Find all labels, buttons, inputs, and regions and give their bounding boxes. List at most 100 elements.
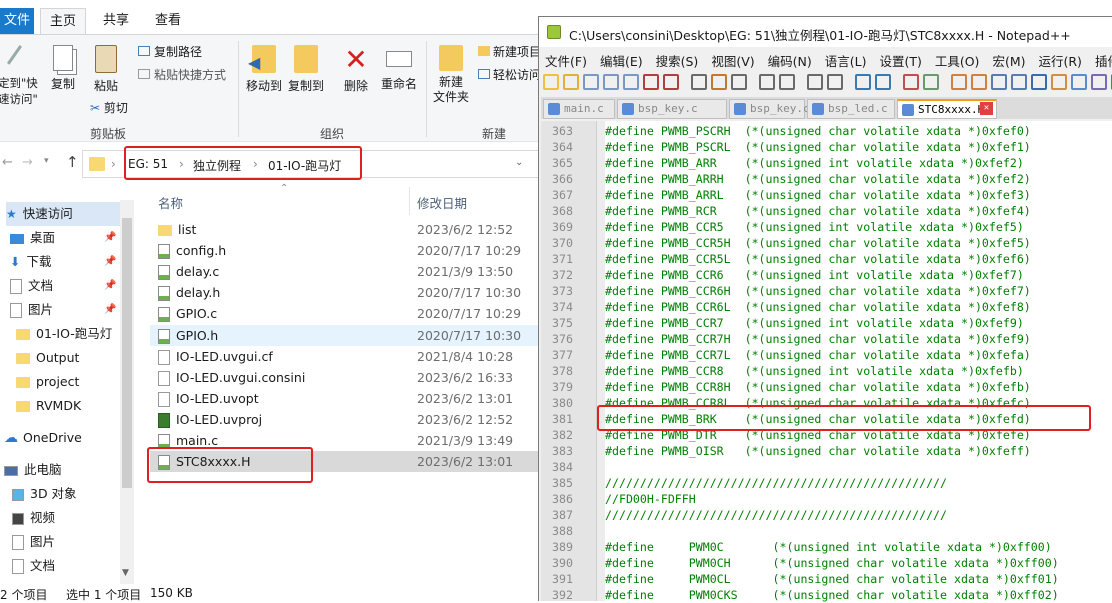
menu-item[interactable]: 工具(O) (935, 51, 980, 70)
new-item-button[interactable]: 新建项目 (478, 43, 541, 60)
new-file-icon[interactable] (543, 74, 559, 90)
record-icon[interactable] (1091, 74, 1107, 90)
menu-item[interactable]: 插件(P (1095, 51, 1112, 70)
easy-access-button[interactable]: 轻松访问 (478, 66, 541, 83)
file-row[interactable]: GPIO.c 2020/7/17 10:29 (150, 303, 538, 324)
nav-item[interactable]: ★ 快速访问 (6, 202, 126, 226)
editor-tab[interactable]: STC8xxxx.H ✕ (897, 99, 997, 119)
rename-button[interactable]: 重命名 (378, 45, 420, 92)
paste-shortcut-button[interactable]: 粘贴快捷方式 (138, 66, 226, 83)
nav-item[interactable]: 视频 (12, 506, 55, 530)
nav-item[interactable]: 桌面 (10, 226, 55, 250)
back-arrow-icon[interactable]: ← (2, 155, 13, 170)
pin-icon[interactable]: 📌 (104, 280, 116, 291)
print-icon[interactable] (663, 74, 679, 90)
open-file-icon[interactable] (563, 74, 579, 90)
doc-map-icon[interactable] (1011, 74, 1027, 90)
folder-workspace-icon[interactable] (1051, 74, 1067, 90)
nav-scroll-thumb[interactable] (122, 218, 132, 488)
recent-dropdown-icon[interactable]: ▾ (44, 156, 49, 166)
nav-item[interactable]: 图片 (10, 298, 53, 322)
menu-item[interactable]: 宏(M) (992, 51, 1025, 70)
tab-share[interactable]: 共享 (96, 8, 136, 34)
paste-button[interactable]: 粘贴 (86, 45, 126, 94)
indent-guide-icon[interactable] (991, 74, 1007, 90)
editor-tab[interactable]: bsp_key.c (617, 99, 727, 119)
nav-item[interactable]: Output (16, 346, 79, 370)
new-folder-button[interactable]: 新建 文件夹 (430, 45, 472, 105)
nav-item[interactable]: 01-IO-跑马灯 (16, 322, 112, 346)
move-to-button[interactable]: ◀ 移动到 (245, 45, 283, 94)
sync-icon[interactable] (903, 74, 919, 90)
paste-icon[interactable] (731, 74, 747, 90)
nav-item[interactable]: ⬇ 下载 (10, 250, 52, 274)
editor-tab[interactable]: bsp_key.c (729, 99, 810, 119)
zoom-in-icon[interactable] (855, 74, 871, 90)
show-all-icon[interactable] (971, 74, 987, 90)
nav-item[interactable]: project (16, 370, 79, 394)
nav-scrollbar[interactable]: ▼ (120, 200, 134, 584)
file-row[interactable]: delay.c 2021/3/9 13:50 (150, 261, 538, 282)
menu-item[interactable]: 文件(F) (545, 51, 587, 70)
pin-icon[interactable]: 📌 (104, 232, 116, 243)
menu-item[interactable]: 语言(L) (825, 51, 867, 70)
nav-item[interactable]: 文档 (12, 554, 55, 578)
menu-item[interactable]: 视图(V) (711, 51, 754, 70)
column-date[interactable]: 修改日期 (417, 193, 467, 212)
forward-arrow-icon[interactable]: → (22, 155, 33, 170)
code-editor[interactable]: 363 #define PWMB_PSCRH (*(unsigned char v… (541, 121, 1112, 602)
menu-item[interactable]: 搜索(S) (656, 51, 699, 70)
pin-quick-access-button[interactable]: 定到"快 速访问" (0, 44, 40, 107)
wrap-icon[interactable] (923, 74, 939, 90)
close-icon[interactable] (623, 74, 639, 90)
nav-item[interactable]: RVMDK (16, 394, 81, 418)
scroll-down-icon[interactable]: ▼ (122, 568, 129, 578)
tab-file[interactable]: 文件 (0, 8, 34, 34)
file-row[interactable]: delay.h 2020/7/17 10:30 (150, 282, 538, 303)
menu-item[interactable]: 运行(R) (1038, 51, 1081, 70)
menu-item[interactable]: 编码(N) (768, 51, 812, 70)
editor-tab[interactable]: bsp_led.c (807, 99, 895, 119)
cut-icon[interactable] (691, 74, 707, 90)
save-all-icon[interactable] (603, 74, 619, 90)
tab-home[interactable]: 主页 (40, 8, 86, 34)
replace-icon[interactable] (827, 74, 843, 90)
nav-item[interactable]: 此电脑 (4, 458, 62, 482)
menu-item[interactable]: 编辑(E) (600, 51, 643, 70)
copy-button[interactable]: 复制 (46, 45, 80, 92)
monitor-icon[interactable] (1071, 74, 1087, 90)
file-row[interactable]: IO-LED.uvproj 2023/6/2 12:52 (150, 409, 538, 430)
nav-item[interactable]: 文档 (10, 274, 53, 298)
zoom-out-icon[interactable] (875, 74, 891, 90)
delete-button[interactable]: ✕ 删除 (340, 45, 372, 94)
copy-path-button[interactable]: 复制路径 (138, 43, 202, 60)
nav-item[interactable]: 3D 对象 (12, 482, 77, 506)
save-icon[interactable] (583, 74, 599, 90)
column-name[interactable]: 名称 (158, 193, 183, 212)
nav-item[interactable]: ☁ OneDrive (4, 426, 82, 450)
editor-tab[interactable]: main.c (543, 99, 615, 119)
pin-icon[interactable]: 📌 (104, 304, 116, 315)
redo-icon[interactable] (779, 74, 795, 90)
file-row[interactable]: config.h 2020/7/17 10:29 (150, 240, 538, 261)
cut-button[interactable]: ✂ 剪切 (90, 99, 128, 116)
up-arrow-icon[interactable]: ↑ (66, 153, 79, 171)
copy-to-button[interactable]: 复制到 (287, 45, 325, 94)
close-all-icon[interactable] (643, 74, 659, 90)
pin-icon[interactable]: 📌 (104, 256, 116, 267)
menu-item[interactable]: 设置(T) (879, 51, 921, 70)
file-row[interactable]: list 2023/6/2 12:52 (150, 219, 538, 240)
file-row[interactable]: IO-LED.uvgui.consini 2023/6/2 16:33 (150, 367, 538, 388)
indent-icon[interactable] (951, 74, 967, 90)
file-row[interactable]: IO-LED.uvgui.cf 2021/8/4 10:28 (150, 346, 538, 367)
file-row[interactable]: GPIO.h 2020/7/17 10:30 (150, 324, 538, 346)
undo-icon[interactable] (759, 74, 775, 90)
tab-view[interactable]: 查看 (148, 8, 188, 34)
nav-item[interactable]: 图片 (12, 530, 55, 554)
close-tab-icon[interactable]: ✕ (980, 102, 993, 115)
find-icon[interactable] (807, 74, 823, 90)
address-dropdown-icon[interactable]: ⌄ (515, 157, 523, 168)
copy-icon[interactable] (711, 74, 727, 90)
function-list-icon[interactable] (1031, 74, 1047, 90)
file-row[interactable]: IO-LED.uvopt 2023/6/2 13:01 (150, 388, 538, 409)
